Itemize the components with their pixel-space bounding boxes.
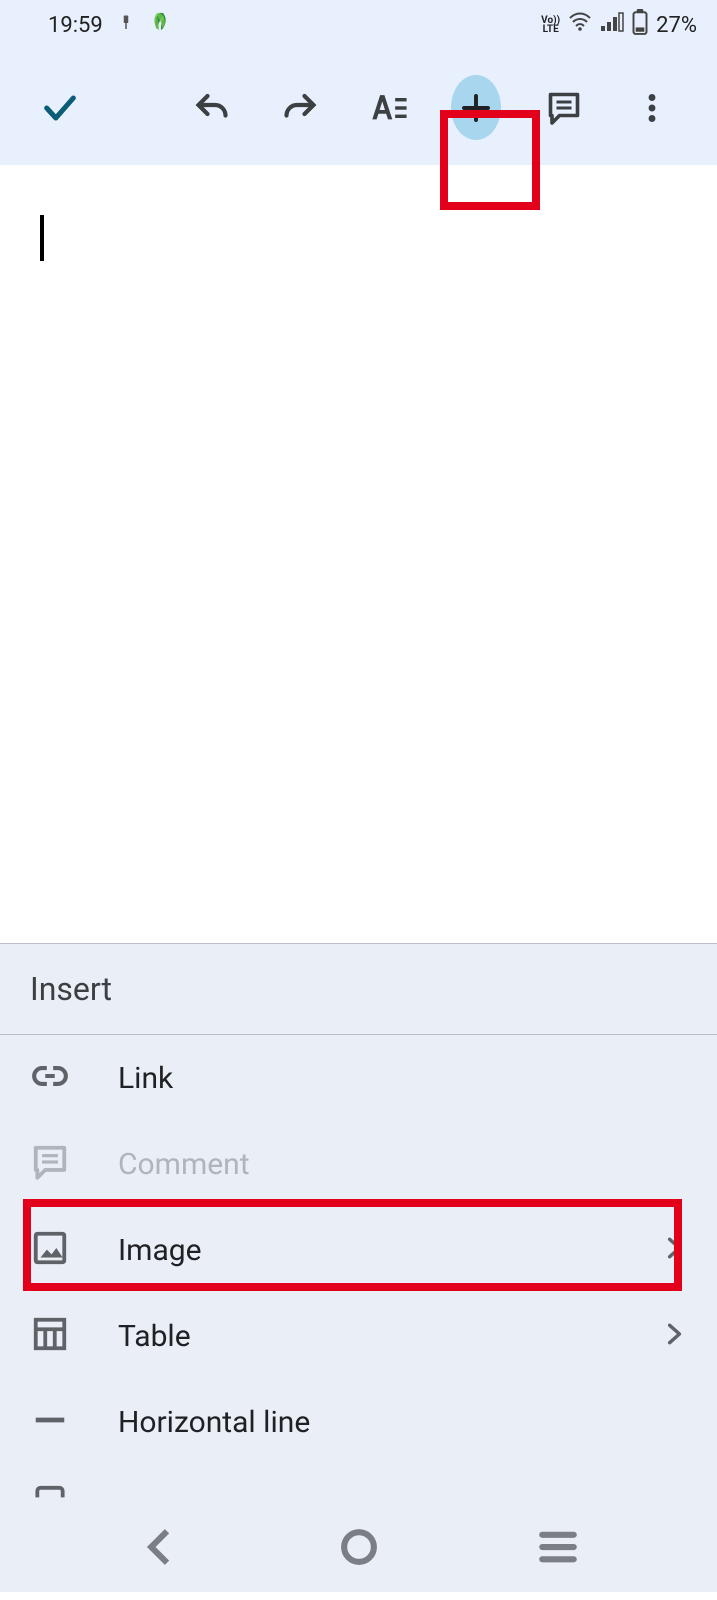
insert-sheet-title: Insert bbox=[0, 944, 717, 1035]
insert-image-item[interactable]: Image bbox=[0, 1207, 717, 1293]
system-nav-bar bbox=[0, 1502, 717, 1592]
nav-recents-button[interactable] bbox=[528, 1517, 588, 1577]
menu-item-label: Comment bbox=[118, 1147, 687, 1182]
insert-link-item[interactable]: Link bbox=[0, 1035, 717, 1121]
horizontal-line-icon bbox=[31, 1401, 69, 1443]
comment-icon bbox=[31, 1143, 69, 1185]
image-icon bbox=[31, 1229, 69, 1271]
chevron-right-icon bbox=[661, 1321, 687, 1351]
wifi-icon bbox=[568, 12, 592, 38]
clock: 19:59 bbox=[48, 13, 103, 38]
menu-item-label: Link bbox=[118, 1061, 687, 1096]
chevron-right-icon bbox=[661, 1235, 687, 1265]
insert-comment-item: Comment bbox=[0, 1121, 717, 1207]
undo-button[interactable] bbox=[187, 83, 237, 133]
menu-item-label: Image bbox=[118, 1233, 613, 1268]
text-cursor bbox=[40, 215, 44, 261]
signal-icon bbox=[600, 12, 624, 38]
nav-back-button[interactable] bbox=[130, 1517, 190, 1577]
comments-button[interactable] bbox=[539, 83, 589, 133]
status-right: Vo))LTE 27% bbox=[541, 9, 697, 41]
editor-toolbar bbox=[0, 50, 717, 165]
table-icon bbox=[31, 1315, 69, 1357]
done-button[interactable] bbox=[35, 83, 85, 133]
battery-pct: 27% bbox=[656, 13, 697, 38]
document-editor-body[interactable] bbox=[0, 165, 717, 943]
status-left: 19:59 bbox=[48, 11, 171, 39]
leaf-icon bbox=[149, 11, 171, 39]
volte-icon: Vo))LTE bbox=[541, 16, 560, 34]
menu-item-label: Horizontal line bbox=[118, 1405, 687, 1440]
insert-sheet: Insert Link Comment Im bbox=[0, 943, 717, 1502]
text-format-button[interactable] bbox=[363, 83, 413, 133]
link-icon bbox=[31, 1057, 69, 1099]
overflow-button[interactable] bbox=[627, 83, 677, 133]
notif-icon bbox=[117, 13, 135, 38]
insert-table-item[interactable]: Table bbox=[0, 1293, 717, 1379]
redo-button[interactable] bbox=[275, 83, 325, 133]
menu-item-label: Table bbox=[118, 1319, 613, 1354]
insert-horizontal-line-item[interactable]: Horizontal line bbox=[0, 1379, 717, 1465]
insert-button[interactable] bbox=[451, 83, 501, 133]
insert-partial-next-item[interactable] bbox=[0, 1465, 717, 1502]
battery-icon bbox=[632, 9, 648, 41]
nav-home-button[interactable] bbox=[329, 1517, 389, 1577]
partial-icon bbox=[31, 1483, 69, 1502]
status-bar: 19:59 Vo))LTE 27% bbox=[0, 0, 717, 50]
